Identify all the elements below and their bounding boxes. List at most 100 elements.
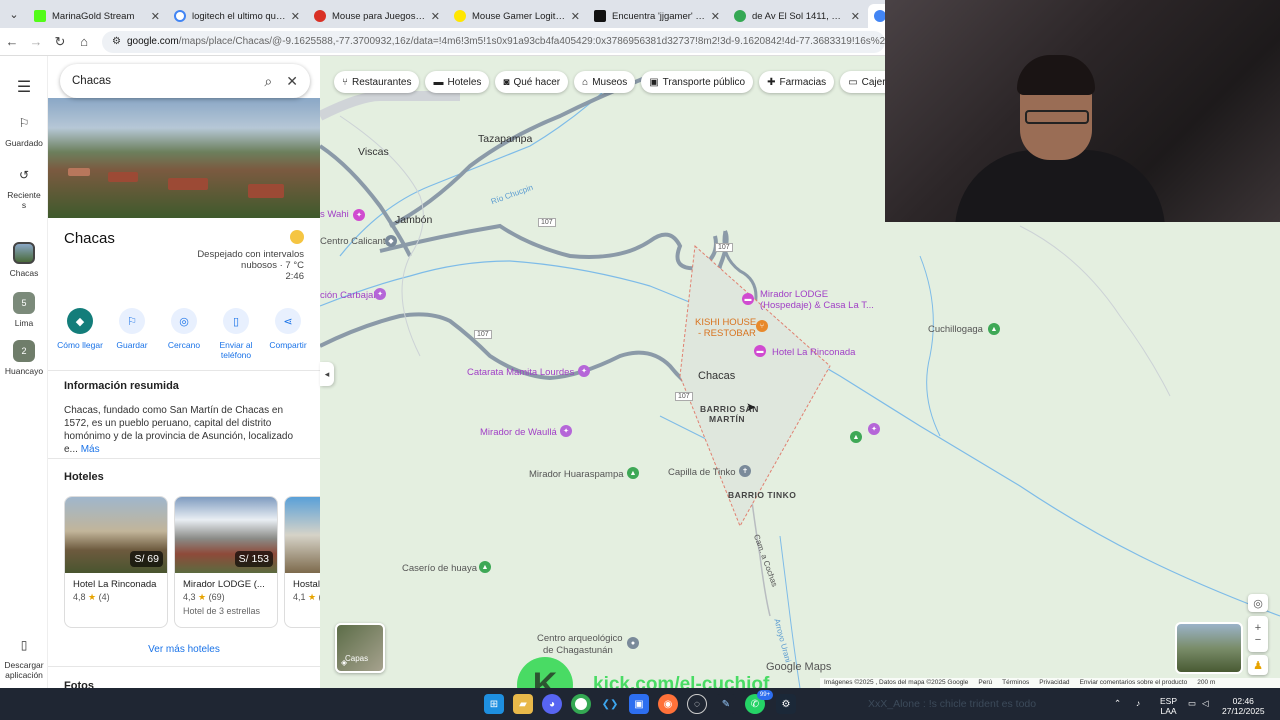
map-label-barrio-tinko[interactable]: BARRIO TINKO (728, 490, 796, 500)
clock[interactable]: 02:46 27/12/2025 (1222, 696, 1265, 716)
footer-privacy-link[interactable]: Privacidad (1039, 679, 1069, 687)
poi-marker-icon[interactable]: ● (627, 637, 639, 649)
collapse-panel-button[interactable]: ◂ (320, 362, 334, 386)
poi-marker-icon[interactable]: ✦ (868, 423, 880, 435)
map-label-chacas[interactable]: Chacas (698, 370, 735, 382)
street-view-thumbnail[interactable] (1175, 622, 1243, 674)
browser-tab[interactable]: Mouse para Juegos Inalá ✕ (308, 4, 446, 28)
rail-place-chacas[interactable]: Chacas (0, 242, 48, 278)
map-label-barrio-san-martin-2[interactable]: MARTÍN (709, 414, 745, 424)
back-icon[interactable]: ← (0, 34, 24, 49)
park-marker-icon[interactable]: ▲ (627, 467, 639, 479)
search-input[interactable]: Chacas (72, 75, 250, 87)
poi-marker-icon[interactable]: ✦ (353, 209, 365, 221)
my-location-button[interactable]: ◎ (1248, 594, 1268, 612)
close-tab-icon[interactable]: ✕ (851, 10, 860, 23)
microphone-icon[interactable]: ♪ (1136, 698, 1140, 708)
browser-tab[interactable]: Mouse Gamer Logitech G ✕ (448, 4, 586, 28)
map-label-mirador-lodge-2[interactable]: (Hospedaje) & Casa La T... (760, 300, 874, 311)
map-label-tazapampa[interactable]: Tazapampa (478, 133, 532, 145)
map-label-carbajal[interactable]: ción Carbajal (320, 290, 375, 301)
chip-transit[interactable]: ▣ Transporte público (641, 71, 754, 93)
site-info-icon[interactable]: ⚙ (112, 36, 121, 47)
map-label-jambon[interactable]: Jambón (395, 214, 432, 226)
save-button[interactable]: ⚐ Guardar (107, 308, 157, 360)
map-label-mirador-lodge[interactable]: Mirador LODGE (760, 289, 828, 300)
reload-icon[interactable]: ↻ (48, 34, 72, 50)
park-marker-icon[interactable]: ▲ (479, 561, 491, 573)
close-tab-icon[interactable]: ✕ (571, 10, 580, 23)
menu-button[interactable]: ☰ (0, 76, 48, 102)
chip-things-to-do[interactable]: ◙ Qué hacer (495, 71, 569, 93)
hotel-marker-icon[interactable]: ▬ (754, 345, 766, 357)
hotel-card[interactable]: Hostal 4,1 ★ ( (284, 496, 320, 628)
rail-place-huancayo[interactable]: 2 Huancayo (0, 340, 48, 376)
map-label-calicanto[interactable]: Centro Calicanto (320, 236, 391, 247)
more-hotels-link[interactable]: Ver más hoteles (48, 644, 320, 655)
hotel-card[interactable]: S/ 153 Mirador LODGE (... 4,3 ★ (69) Hot… (174, 496, 278, 628)
map-scale[interactable]: 200 m (1197, 679, 1215, 687)
share-button[interactable]: ⋖ Compartir (263, 308, 313, 360)
chip-pharmacies[interactable]: ✚ Farmacias (759, 71, 835, 93)
tray-chevron-icon[interactable]: ⌃ (1114, 698, 1121, 708)
park-marker-icon[interactable]: ▲ (850, 431, 862, 443)
close-tab-icon[interactable]: ✕ (291, 10, 300, 23)
language-indicator[interactable]: ESP LAA (1160, 696, 1177, 716)
church-marker-icon[interactable]: ✝ (739, 465, 751, 477)
nearby-button[interactable]: ◎ Cercano (159, 308, 209, 360)
app-icon[interactable]: ✎ (716, 694, 736, 714)
close-tab-icon[interactable]: ✕ (151, 10, 160, 23)
rail-place-lima[interactable]: 5 Lima (0, 292, 48, 328)
browser-tab[interactable]: de Av El Sol 1411, Chorrill ✕ (728, 4, 866, 28)
windows-start-icon[interactable]: ⊞ (484, 694, 504, 714)
search-icon[interactable]: ⌕ (264, 73, 272, 90)
home-icon[interactable]: ⌂ (72, 34, 96, 49)
map-label-catarata[interactable]: Catarata Mamita Lourdes (467, 367, 574, 378)
forward-icon[interactable]: → (24, 34, 48, 49)
map-label-capilla[interactable]: Capilla de Tinko (668, 467, 736, 478)
poi-marker-icon[interactable]: ✦ (374, 288, 386, 300)
hotel-marker-icon[interactable]: ▬ (742, 293, 754, 305)
map-label-kishi-house[interactable]: KISHI HOUSE (695, 317, 756, 328)
footer-feedback-link[interactable]: Enviar comentarios sobre el producto (1080, 679, 1188, 687)
map-label-centro-arqueologico[interactable]: Centro arqueológico (537, 633, 623, 644)
app-icon[interactable]: ▣ (629, 694, 649, 714)
hotel-card[interactable]: S/ 69 Hotel La Rinconada 4,8 ★ (4) (64, 496, 168, 628)
chip-restaurants[interactable]: ⑂ Restaurantes (334, 71, 420, 93)
browser-tab[interactable]: logitech el ultimo que sa ✕ (168, 4, 306, 28)
map-label-chagastunan[interactable]: de Chagastunán (543, 645, 613, 656)
poi-marker-icon[interactable]: ✦ (560, 425, 572, 437)
obs-icon[interactable]: ◌ (687, 694, 707, 714)
browser-tab[interactable]: MarinaGold Stream ✕ (28, 4, 166, 28)
firefox-icon[interactable]: ◉ (658, 694, 678, 714)
steam-icon[interactable]: ⚙ (776, 694, 796, 714)
map-label-waulla[interactable]: Mirador de Waullá (480, 427, 557, 438)
chip-hotels[interactable]: ▬ Hoteles (425, 71, 490, 93)
send-to-phone-button[interactable]: ▯ Enviar al teléfono (211, 308, 261, 360)
close-icon[interactable]: ✕ (286, 73, 298, 90)
url-field[interactable]: ⚙ google.com/maps/place/Chacas/@-9.162558… (102, 30, 885, 53)
close-tab-icon[interactable]: ✕ (711, 10, 720, 23)
chip-museums[interactable]: ⌂ Museos (574, 71, 636, 93)
layers-button[interactable]: ◈ Capas (335, 623, 385, 673)
place-hero-photo[interactable] (48, 98, 320, 218)
network-icon[interactable]: ▭ (1188, 698, 1196, 708)
park-marker-icon[interactable]: ▲ (988, 323, 1000, 335)
map-label-caserio-huaya[interactable]: Caserío de huaya (402, 563, 477, 574)
footer-region-link[interactable]: Perú (978, 679, 992, 687)
zoom-out-icon[interactable]: − (1255, 634, 1261, 646)
discord-icon[interactable]: ◕ (542, 694, 562, 714)
rail-download-app[interactable]: ▯ Descargar aplicación (0, 634, 48, 680)
map-label-wahi[interactable]: s Wahi (320, 209, 349, 220)
footer-terms-link[interactable]: Términos (1002, 679, 1029, 687)
chrome-icon[interactable] (571, 694, 591, 714)
poi-marker-icon[interactable]: ◆ (385, 235, 397, 247)
directions-button[interactable]: ◆ Cómo llegar (55, 308, 105, 360)
map-label-cuchillogaga[interactable]: Cuchillogaga (928, 324, 983, 335)
poi-marker-icon[interactable]: ✦ (578, 365, 590, 377)
zoom-in-icon[interactable]: + (1255, 622, 1261, 634)
browser-tab[interactable]: Encuentra 'jjgamer' en Ti ✕ (588, 4, 726, 28)
close-tab-icon[interactable]: ✕ (431, 10, 440, 23)
map-label-kishi-house-2[interactable]: - RESTOBAR (698, 328, 756, 339)
volume-icon[interactable]: ◁ (1202, 698, 1209, 708)
